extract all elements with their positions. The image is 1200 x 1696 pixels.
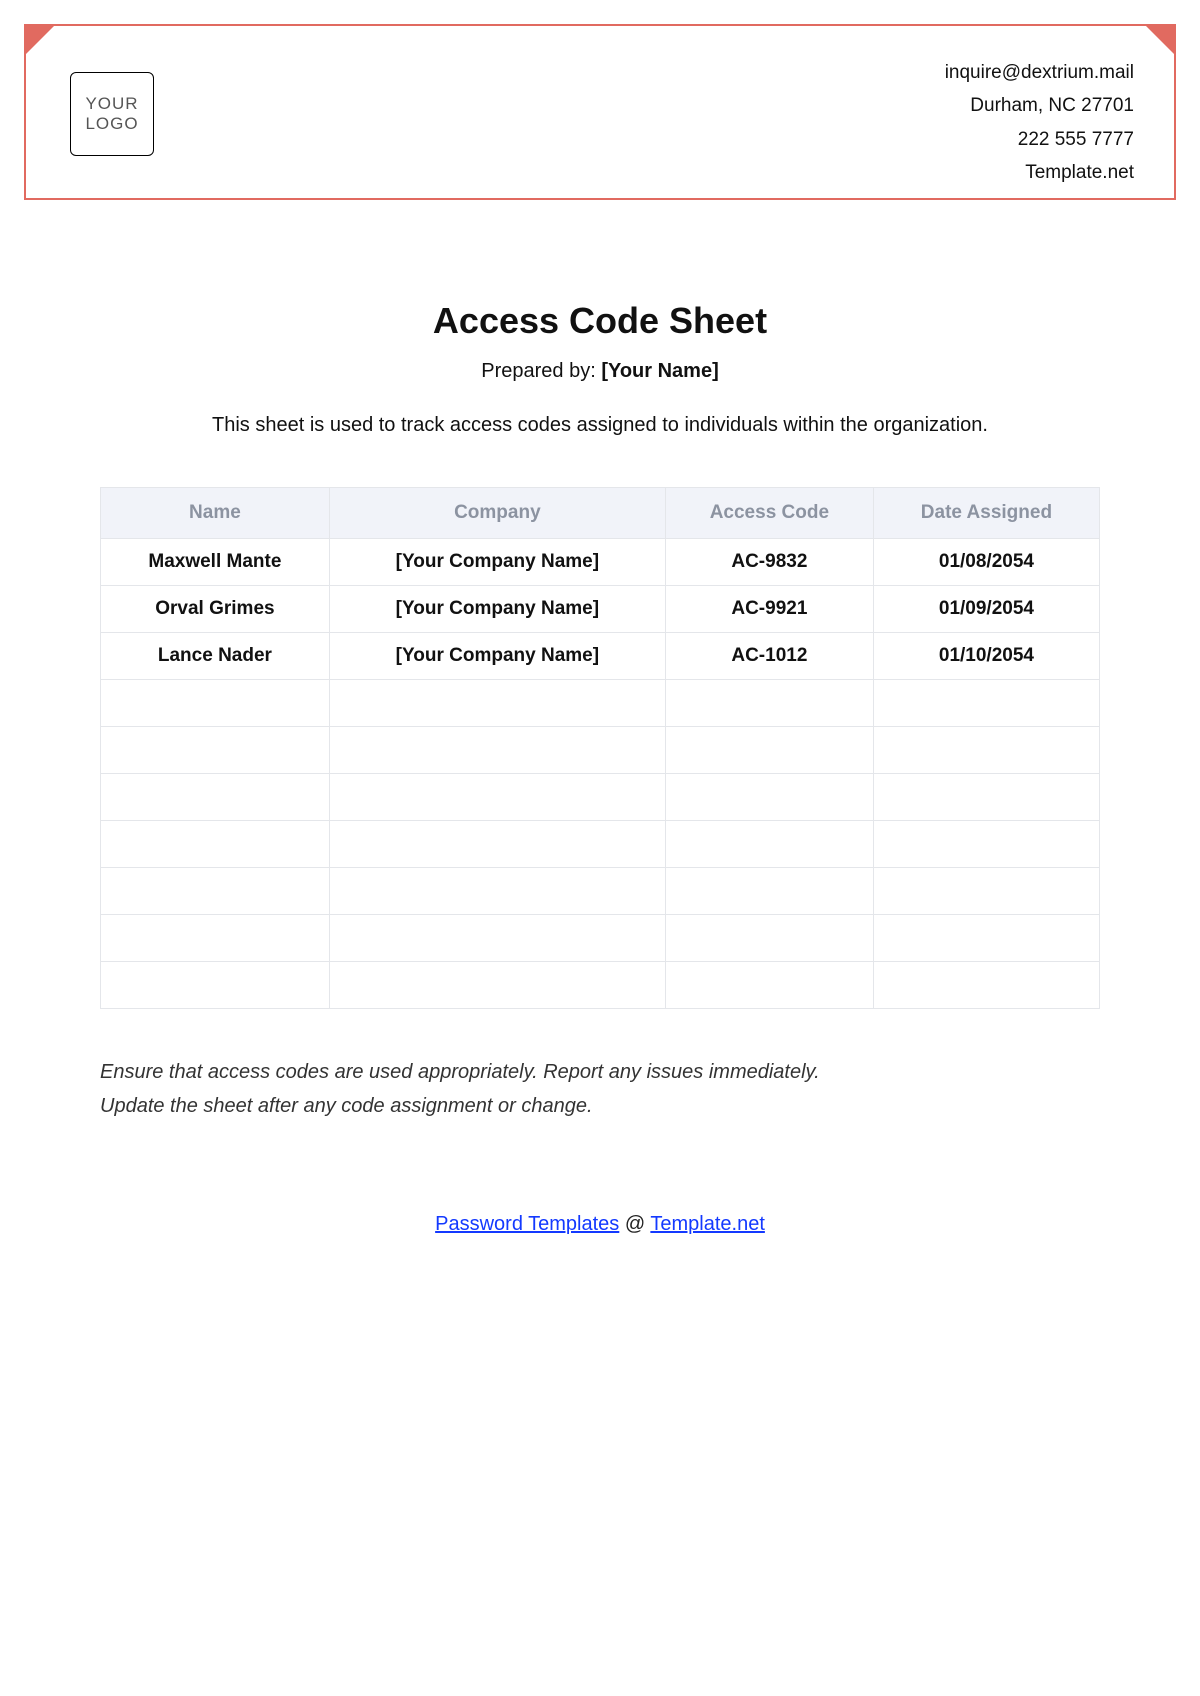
cell-date bbox=[873, 915, 1099, 962]
cell-code bbox=[665, 774, 873, 821]
contact-email: inquire@dextrium.mail bbox=[945, 56, 1134, 89]
cell-name bbox=[101, 821, 330, 868]
table-row bbox=[101, 915, 1100, 962]
table-row bbox=[101, 868, 1100, 915]
cell-name bbox=[101, 727, 330, 774]
contact-address: Durham, NC 27701 bbox=[945, 89, 1134, 122]
table-header-row: Name Company Access Code Date Assigned bbox=[101, 488, 1100, 539]
cell-company bbox=[329, 821, 665, 868]
corner-decoration-top-left bbox=[26, 26, 54, 54]
cell-company bbox=[329, 868, 665, 915]
cell-name bbox=[101, 915, 330, 962]
table-row: Maxwell Mante[Your Company Name]AC-98320… bbox=[101, 539, 1100, 586]
cell-code: AC-9832 bbox=[665, 539, 873, 586]
cell-code bbox=[665, 915, 873, 962]
cell-date bbox=[873, 680, 1099, 727]
cell-name bbox=[101, 868, 330, 915]
contact-site: Template.net bbox=[945, 156, 1134, 189]
cell-name bbox=[101, 680, 330, 727]
corner-decoration-top-right bbox=[1146, 26, 1174, 54]
page: YOUR LOGO inquire@dextrium.mail Durham, … bbox=[0, 0, 1200, 1696]
table-row: Lance Nader[Your Company Name]AC-101201/… bbox=[101, 633, 1100, 680]
prepared-by-value: [Your Name] bbox=[601, 360, 718, 382]
cell-name: Lance Nader bbox=[101, 633, 330, 680]
footer-link-template-net[interactable]: Template.net bbox=[650, 1213, 765, 1235]
cell-company bbox=[329, 962, 665, 1009]
table-row bbox=[101, 821, 1100, 868]
footer-links: Password Templates @ Template.net bbox=[100, 1213, 1100, 1236]
cell-code bbox=[665, 727, 873, 774]
cell-name bbox=[101, 774, 330, 821]
cell-name bbox=[101, 962, 330, 1009]
col-header-name: Name bbox=[101, 488, 330, 539]
cell-date bbox=[873, 868, 1099, 915]
table-row bbox=[101, 727, 1100, 774]
access-code-table: Name Company Access Code Date Assigned M… bbox=[100, 487, 1100, 1009]
cell-date bbox=[873, 774, 1099, 821]
footer-separator: @ bbox=[619, 1213, 650, 1235]
logo-placeholder: YOUR LOGO bbox=[70, 72, 154, 156]
prepared-by-line: Prepared by: [Your Name] bbox=[100, 360, 1100, 383]
cell-code: AC-1012 bbox=[665, 633, 873, 680]
page-title: Access Code Sheet bbox=[100, 300, 1100, 342]
notes-block: Ensure that access codes are used approp… bbox=[100, 1055, 1100, 1123]
footer-link-password-templates[interactable]: Password Templates bbox=[435, 1213, 619, 1235]
cell-date: 01/08/2054 bbox=[873, 539, 1099, 586]
contact-block: inquire@dextrium.mail Durham, NC 27701 2… bbox=[945, 56, 1134, 189]
table-row bbox=[101, 680, 1100, 727]
cell-company bbox=[329, 774, 665, 821]
cell-date bbox=[873, 821, 1099, 868]
cell-name: Orval Grimes bbox=[101, 586, 330, 633]
table-row bbox=[101, 774, 1100, 821]
cell-company: [Your Company Name] bbox=[329, 539, 665, 586]
cell-company bbox=[329, 680, 665, 727]
cell-code bbox=[665, 680, 873, 727]
col-header-date: Date Assigned bbox=[873, 488, 1099, 539]
prepared-by-label: Prepared by: bbox=[481, 360, 596, 382]
cell-company bbox=[329, 727, 665, 774]
cell-name: Maxwell Mante bbox=[101, 539, 330, 586]
col-header-code: Access Code bbox=[665, 488, 873, 539]
notes-line-2: Update the sheet after any code assignme… bbox=[100, 1089, 1100, 1123]
col-header-company: Company bbox=[329, 488, 665, 539]
cell-code bbox=[665, 821, 873, 868]
cell-date bbox=[873, 727, 1099, 774]
document-description: This sheet is used to track access codes… bbox=[100, 411, 1100, 439]
cell-company: [Your Company Name] bbox=[329, 586, 665, 633]
table-row: Orval Grimes[Your Company Name]AC-992101… bbox=[101, 586, 1100, 633]
cell-date: 01/10/2054 bbox=[873, 633, 1099, 680]
cell-company: [Your Company Name] bbox=[329, 633, 665, 680]
cell-company bbox=[329, 915, 665, 962]
header-frame: YOUR LOGO inquire@dextrium.mail Durham, … bbox=[24, 24, 1176, 200]
cell-date: 01/09/2054 bbox=[873, 586, 1099, 633]
contact-phone: 222 555 7777 bbox=[945, 123, 1134, 156]
notes-line-1: Ensure that access codes are used approp… bbox=[100, 1055, 1100, 1089]
cell-date bbox=[873, 962, 1099, 1009]
cell-code: AC-9921 bbox=[665, 586, 873, 633]
table-row bbox=[101, 962, 1100, 1009]
content: Access Code Sheet Prepared by: [Your Nam… bbox=[100, 300, 1100, 1236]
logo-text: YOUR LOGO bbox=[75, 94, 149, 135]
cell-code bbox=[665, 962, 873, 1009]
cell-code bbox=[665, 868, 873, 915]
